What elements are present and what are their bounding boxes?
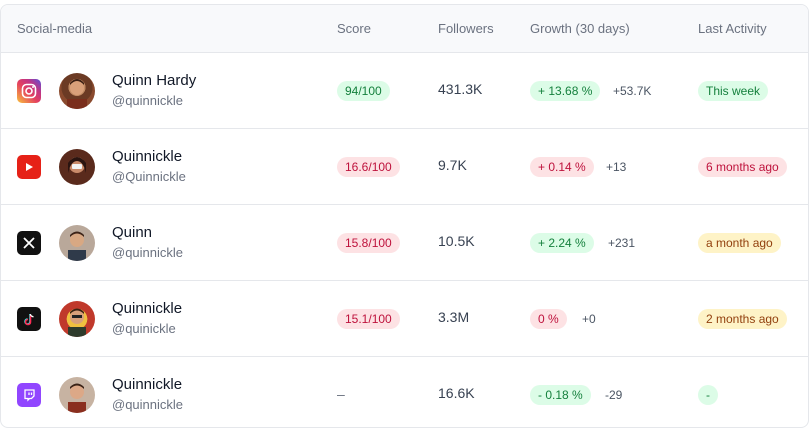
growth-delta: +231 [608,236,636,250]
activity-badge: This week [698,81,769,101]
account-handle: @quinnickle [112,397,184,412]
x-icon [17,231,41,255]
account-handle: @quinickle [112,321,176,336]
avatar [59,149,95,185]
growth-delta: -29 [605,388,623,402]
growth-delta: +53.7K [613,84,652,98]
header-growth[interactable]: Growth (30 days) [530,21,630,36]
account-handle: @quinnickle [112,93,184,108]
growth-badge: - 0.18 % [530,385,591,405]
youtube-icon [17,155,41,179]
account-name[interactable]: Quinn Hardy [112,72,196,89]
growth-badge: + 0.14 % [530,157,594,177]
account-name[interactable]: Quinn [112,224,152,241]
instagram-icon [17,79,41,103]
score-empty: – [337,386,345,402]
score-badge: 16.6/100 [337,157,400,177]
followers-count: 9.7K [438,157,467,173]
table-row[interactable]: Quinn Hardy @quinnickle 94/100 431.3K + … [1,53,808,129]
account-name[interactable]: Quinnickle [112,376,182,393]
header-score[interactable]: Score [337,21,371,36]
avatar [59,301,95,337]
table-row[interactable]: Quinnickle @quinnickle – 16.6K - 0.18 % … [1,357,808,427]
followers-count: 16.6K [438,385,475,401]
table-row[interactable]: Quinnickle @Quinnickle 16.6/100 9.7K + 0… [1,129,808,205]
table-row[interactable]: Quinnickle @quinickle 15.1/100 3.3M 0 % … [1,281,808,357]
header-social-media[interactable]: Social-media [17,21,92,36]
account-name[interactable]: Quinnickle [112,148,182,165]
table-row[interactable]: Quinn @quinnickle 15.8/100 10.5K + 2.24 … [1,205,808,281]
followers-count: 3.3M [438,309,470,325]
growth-badge: + 13.68 % [530,81,601,101]
account-handle: @quinnickle [112,245,184,260]
activity-badge: 6 months ago [698,157,787,177]
score-badge: 94/100 [337,81,390,101]
avatar [59,73,95,109]
header-followers[interactable]: Followers [438,21,494,36]
score-badge: 15.8/100 [337,233,400,253]
growth-delta: +13 [606,160,627,174]
activity-badge: - [698,385,718,405]
growth-badge: + 2.24 % [530,233,594,253]
twitch-icon [17,383,41,407]
account-name[interactable]: Quinnickle [112,300,182,317]
header-last-activity[interactable]: Last Activity [698,21,767,36]
growth-badge: 0 % [530,309,567,329]
account-handle: @Quinnickle [112,169,186,184]
followers-count: 10.5K [438,233,475,249]
table-header: Social-media Score Followers Growth (30 … [1,5,808,53]
avatar [59,225,95,261]
score-badge: 15.1/100 [337,309,400,329]
growth-delta: +0 [582,312,596,326]
tiktok-icon [17,307,41,331]
social-media-table: Social-media Score Followers Growth (30 … [0,4,809,428]
avatar [59,377,95,413]
activity-badge: a month ago [698,233,781,253]
followers-count: 431.3K [438,81,483,97]
activity-badge: 2 months ago [698,309,787,329]
